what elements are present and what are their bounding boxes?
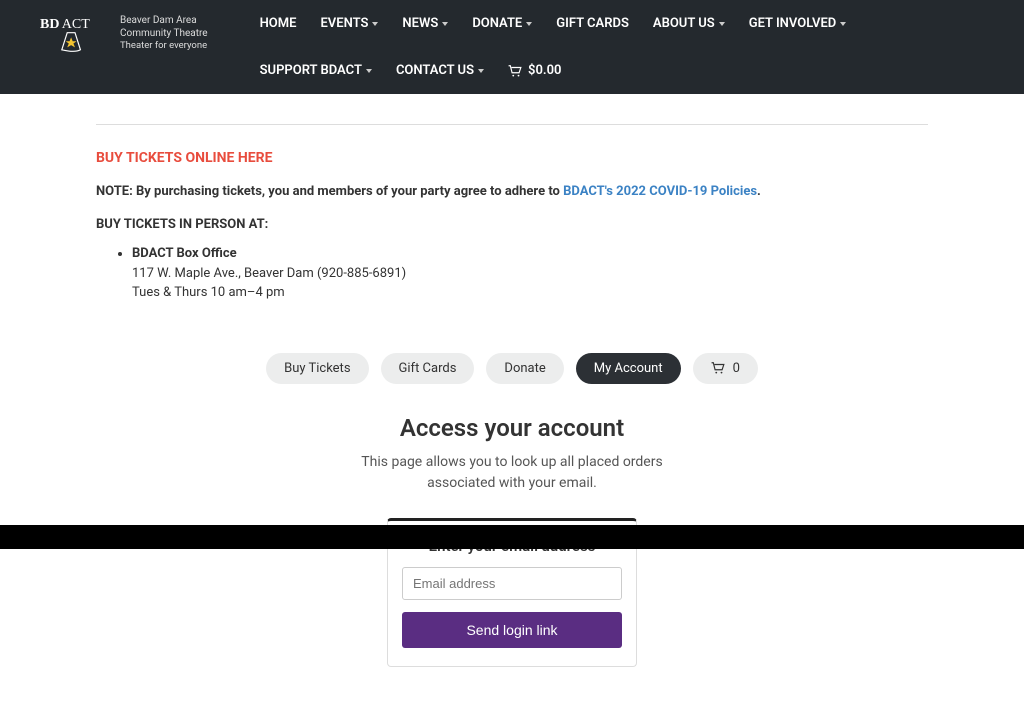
- section-tabs: Buy Tickets Gift Cards Donate My Account…: [96, 353, 928, 384]
- covid-policy-link[interactable]: BDACT's 2022 COVID-19 Policies: [563, 184, 757, 199]
- main-content: BUY TICKETS ONLINE HERE NOTE: By purchas…: [72, 94, 952, 727]
- tab-donate[interactable]: Donate: [486, 353, 563, 384]
- chevron-down-icon: [526, 22, 532, 26]
- tab-gift-cards[interactable]: Gift Cards: [381, 353, 475, 384]
- svg-text:ACT: ACT: [62, 17, 90, 32]
- nav-get-involved[interactable]: GET INVOLVED: [737, 0, 859, 47]
- tab-my-account[interactable]: My Account: [576, 353, 681, 384]
- chevron-down-icon: [366, 69, 372, 73]
- cart-icon: [508, 65, 522, 77]
- location-list: BDACT Box Office 117 W. Maple Ave., Beav…: [132, 244, 928, 303]
- chevron-down-icon: [372, 22, 378, 26]
- chevron-down-icon: [478, 69, 484, 73]
- nav-gift-cards[interactable]: GIFT CARDS: [544, 0, 641, 47]
- bdact-logo-icon: BD ACT: [40, 14, 110, 53]
- brand-line2: Community Theatre: [120, 27, 208, 40]
- account-heading: Access your account: [96, 414, 928, 442]
- nav-contact[interactable]: CONTACT US: [384, 47, 496, 94]
- site-logo[interactable]: BD ACT Beaver Dam Area Community Theatre…: [40, 0, 208, 67]
- nav-cart[interactable]: $0.00: [496, 47, 573, 94]
- covid-note: NOTE: By purchasing tickets, you and mem…: [96, 184, 928, 199]
- nav-news[interactable]: NEWS: [390, 0, 460, 47]
- cart-amount: $0.00: [528, 63, 561, 78]
- nav-events[interactable]: EVENTS: [308, 0, 390, 47]
- chevron-down-icon: [442, 22, 448, 26]
- note-prefix: NOTE: By purchasing tickets, you and mem…: [96, 184, 563, 199]
- note-suffix: .: [757, 184, 761, 199]
- svg-text:BD: BD: [40, 17, 59, 32]
- chevron-down-icon: [719, 22, 725, 26]
- account-description: This page allows you to look up all plac…: [96, 452, 928, 494]
- cart-icon: [711, 362, 725, 374]
- nav-about-us[interactable]: ABOUT US: [641, 0, 737, 47]
- office-address: 117 W. Maple Ave., Beaver Dam (920-885-6…: [132, 266, 406, 281]
- nav-support[interactable]: SUPPORT BDACT: [248, 47, 384, 94]
- nav-donate[interactable]: DONATE: [460, 0, 544, 47]
- send-login-link-button[interactable]: Send login link: [402, 612, 622, 648]
- inperson-heading: BUY TICKETS IN PERSON AT:: [96, 217, 928, 232]
- main-nav: HOME EVENTS NEWS DONATE GIFT CARDS ABOUT…: [248, 0, 984, 94]
- brand-line1: Beaver Dam Area: [120, 14, 208, 27]
- top-nav-bar: BD ACT Beaver Dam Area Community Theatre…: [0, 0, 1024, 94]
- footer-bar: [0, 525, 1024, 549]
- buy-tickets-online-link[interactable]: BUY TICKETS ONLINE HERE: [96, 150, 273, 166]
- tab-buy-tickets[interactable]: Buy Tickets: [266, 353, 368, 384]
- location-item: BDACT Box Office 117 W. Maple Ave., Beav…: [132, 244, 928, 303]
- office-name: BDACT Box Office: [132, 246, 237, 261]
- chevron-down-icon: [840, 22, 846, 26]
- divider: [96, 124, 928, 125]
- cart-count: 0: [733, 361, 740, 376]
- tab-cart[interactable]: 0: [693, 353, 758, 384]
- office-hours: Tues & Thurs 10 am–4 pm: [132, 285, 285, 300]
- email-input[interactable]: [402, 567, 622, 600]
- nav-home[interactable]: HOME: [248, 0, 309, 47]
- brand-tagline: Theater for everyone: [120, 40, 208, 52]
